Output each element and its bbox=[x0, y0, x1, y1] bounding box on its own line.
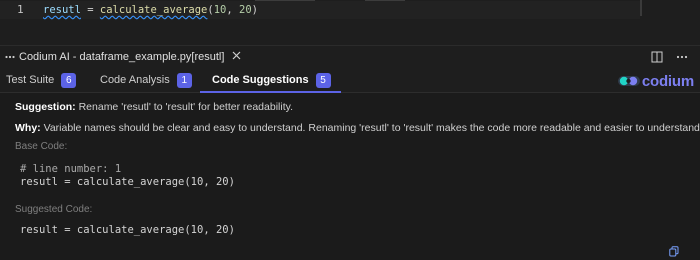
panel-title: Codium AI - dataframe_example.py[resutl] bbox=[19, 51, 225, 63]
vscode-window: 1 resutl = calculate_average(10, 20) Cod… bbox=[0, 0, 700, 260]
tab-badge: 6 bbox=[61, 72, 77, 88]
codium-logo: codium bbox=[617, 72, 694, 90]
more-actions-icon[interactable] bbox=[676, 51, 688, 63]
suggested-code-label: Suggested Code: bbox=[15, 204, 93, 215]
code-variable: resutl bbox=[43, 4, 81, 16]
tab-test-suite[interactable]: Test Suite 6 bbox=[6, 68, 77, 92]
base-code-label: Base Code: bbox=[15, 141, 68, 152]
panel-tab-codium[interactable]: Codium AI - dataframe_example.py[resutl] bbox=[0, 46, 247, 69]
tab-badge: 1 bbox=[176, 72, 192, 88]
suggested-code-line[interactable]: result = calculate_average(10, 20) bbox=[20, 224, 235, 236]
why-label: Why: bbox=[15, 122, 41, 134]
why-row: Why: Variable names should be clear and … bbox=[15, 122, 700, 134]
suggestion-text: Rename 'resutl' to 'result' for better r… bbox=[75, 101, 294, 113]
code-editor[interactable]: 1 resutl = calculate_average(10, 20) bbox=[0, 0, 700, 44]
suggestion-row: Suggestion: Rename 'resutl' to 'result' … bbox=[15, 101, 293, 113]
close-icon-glyph bbox=[233, 51, 241, 60]
editor-ruler bbox=[640, 0, 642, 16]
copy-icon[interactable] bbox=[669, 246, 679, 257]
codium-tabbar: Test Suite 6 Code Analysis 1 Code Sugges… bbox=[0, 68, 700, 93]
editor-overflow-marks bbox=[255, 0, 405, 1]
code-paren-close: ) bbox=[251, 4, 258, 16]
close-icon[interactable] bbox=[232, 51, 241, 63]
more-icon[interactable] bbox=[5, 52, 15, 62]
editor-line-1[interactable]: 1 resutl = calculate_average(10, 20) bbox=[0, 1, 640, 19]
codium-logo-icon bbox=[617, 76, 640, 86]
base-code-line[interactable]: resutl = calculate_average(10, 20) bbox=[20, 176, 235, 188]
code-function: calculate_average bbox=[99, 4, 208, 16]
tab-code-analysis[interactable]: Code Analysis 1 bbox=[100, 68, 192, 92]
codium-logo-text: codium bbox=[641, 72, 694, 90]
code-line[interactable]: resutl = calculate_average(10, 20) bbox=[43, 4, 258, 16]
code-operator: = bbox=[80, 4, 100, 16]
why-text: Variable names should be clear and easy … bbox=[40, 122, 700, 134]
base-code-comment: # line number: 1 bbox=[20, 163, 122, 175]
panel-header: Codium AI - dataframe_example.py[resutl] bbox=[0, 46, 700, 69]
code-arg-1: 10 bbox=[213, 4, 227, 16]
more-icon-glyph bbox=[5, 55, 15, 59]
tab-label: Code Suggestions bbox=[212, 74, 309, 86]
code-arg-2: 20 bbox=[239, 4, 252, 16]
suggestion-content: Suggestion: Rename 'resutl' to 'result' … bbox=[0, 93, 700, 260]
tab-label: Code Analysis bbox=[100, 74, 170, 86]
tab-label: Test Suite bbox=[6, 74, 55, 86]
code-separator: , bbox=[226, 4, 240, 16]
tab-badge: 5 bbox=[315, 72, 331, 88]
line-number: 1 bbox=[17, 3, 24, 16]
tab-code-suggestions[interactable]: Code Suggestions 5 bbox=[200, 68, 341, 93]
split-editor-icon[interactable] bbox=[651, 51, 663, 63]
suggestion-label: Suggestion: bbox=[15, 101, 76, 113]
